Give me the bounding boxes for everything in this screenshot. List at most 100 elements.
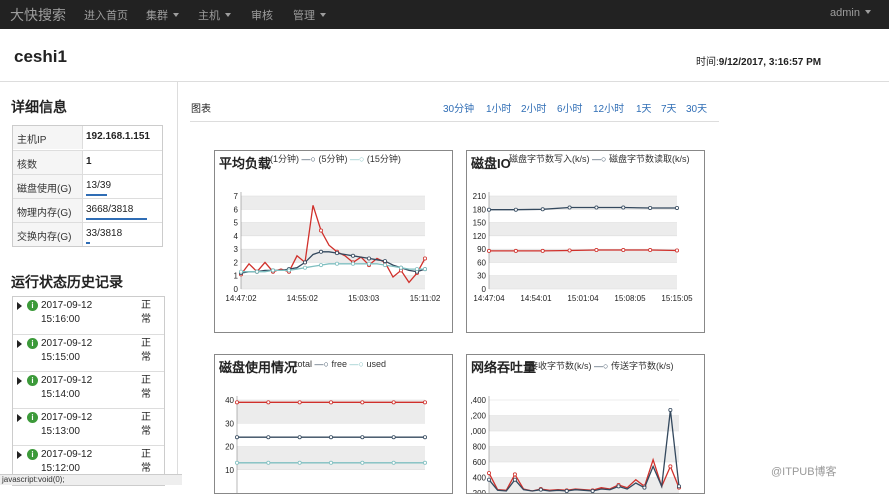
current-time: 时间:9/12/2017, 3:16:57 PM xyxy=(696,53,821,68)
diskio-chart-panel: 0 30 60 90 120 150 180 210 14:47:04 14:54:01 15:01… xyxy=(466,150,705,333)
nav-manage-label: 管理 xyxy=(293,10,315,22)
info-ok-icon: i xyxy=(27,449,38,460)
detail-value: 33/3818 xyxy=(86,228,123,239)
usage-bar xyxy=(86,194,107,196)
data-point xyxy=(329,460,334,465)
series-line xyxy=(241,263,425,273)
x-tick-label: 15:11:02 xyxy=(410,294,441,303)
caret-down-icon xyxy=(320,13,326,17)
history-item[interactable]: i 2017-09-12 15:15:00 正常 xyxy=(13,334,164,371)
charts-header-divider xyxy=(190,121,719,122)
legend-label: free xyxy=(331,359,347,369)
nav-manage[interactable]: 管理 xyxy=(293,7,326,23)
history-time: 2017-09-12 15:13:00 xyxy=(41,412,93,437)
data-point xyxy=(422,267,427,272)
y-tick-label: 10 xyxy=(225,466,234,475)
data-point xyxy=(360,460,365,465)
detail-row-memory: 物理内存(G) 3668/3818 xyxy=(13,198,162,222)
chart-legend: (1分钟) —○ (5分钟) —○ (15分钟) xyxy=(270,152,401,165)
range-2h[interactable]: 2小时 xyxy=(521,100,547,115)
data-point xyxy=(486,248,491,253)
expand-arrow-icon[interactable] xyxy=(17,302,22,310)
legend-label: 接收字节数(k/s) xyxy=(529,361,592,371)
x-tick-label: 15:01:04 xyxy=(567,294,599,303)
history-item[interactable]: i 2017-09-12 15:14:00 正常 xyxy=(13,371,164,408)
time-value: 9/12/2017, 3:16:57 PM xyxy=(718,57,822,68)
history-time: 2017-09-12 15:14:00 xyxy=(41,375,93,400)
expand-arrow-icon[interactable] xyxy=(17,377,22,385)
data-point xyxy=(319,263,324,268)
x-tick-label: 14:47:04 xyxy=(473,294,505,303)
expand-arrow-icon[interactable] xyxy=(17,451,22,459)
y-tick-label: 200 xyxy=(473,489,487,494)
range-6h[interactable]: 6小时 xyxy=(557,100,583,115)
data-point xyxy=(594,205,599,210)
y-tick-label: ,000 xyxy=(470,427,486,436)
data-point xyxy=(303,260,308,265)
detail-value: 13/39 xyxy=(86,180,112,191)
range-30min[interactable]: 30分钟 xyxy=(443,100,474,115)
nav-cluster[interactable]: 集群 xyxy=(146,7,179,23)
expand-arrow-icon[interactable] xyxy=(17,340,22,348)
data-point xyxy=(238,269,243,274)
data-point xyxy=(398,265,403,270)
data-point xyxy=(422,460,427,465)
detail-row-disk: 磁盘使用(G) 13/39 xyxy=(13,174,162,198)
grid-band xyxy=(241,196,425,210)
detail-value: 192.168.1.151 xyxy=(86,131,150,142)
detail-key: 磁盘使用(G) xyxy=(13,175,83,198)
legend-label: (5分钟) xyxy=(318,154,348,164)
data-point xyxy=(512,477,517,482)
user-menu[interactable]: admin xyxy=(830,7,871,19)
detail-value: 1 xyxy=(86,156,92,167)
data-point xyxy=(350,261,355,266)
caret-down-icon xyxy=(225,13,231,17)
brand-logo[interactable]: 大快搜索 xyxy=(10,5,66,25)
diskusage-chart-panel: 10 20 30 40 磁盘使用情况 total —○ free —○ used xyxy=(214,354,453,494)
top-navbar: 大快搜索 进入首页 集群 主机 审核 管理 admin xyxy=(0,0,889,29)
data-point xyxy=(540,207,545,212)
grid-band xyxy=(489,415,679,431)
watermark: @ITPUB博客 xyxy=(771,466,837,478)
y-tick-label: 180 xyxy=(473,205,487,214)
data-point xyxy=(414,267,419,272)
data-point xyxy=(668,407,673,412)
history-item[interactable]: i 2017-09-12 15:16:00 正常 xyxy=(13,297,164,334)
details-table: 主机IP 192.168.1.151 核数 1 磁盘使用(G) 13/39 物理… xyxy=(12,125,163,247)
data-point xyxy=(512,472,517,477)
grid-band xyxy=(241,222,425,236)
y-tick-label: 210 xyxy=(473,192,487,201)
nav-audit[interactable]: 审核 xyxy=(251,7,273,23)
y-tick-label: ,400 xyxy=(470,396,486,405)
range-30d[interactable]: 30天 xyxy=(686,100,707,115)
history-state: 正常 xyxy=(141,412,151,437)
data-point xyxy=(621,248,626,253)
y-tick-label: 3 xyxy=(234,245,239,254)
history-item[interactable]: i 2017-09-12 15:13:00 正常 xyxy=(13,408,164,445)
nav-cluster-label: 集群 xyxy=(146,10,168,22)
range-1h[interactable]: 1小时 xyxy=(486,100,512,115)
y-tick-label: 120 xyxy=(473,232,487,241)
chart-legend: 磁盘字节数写入(k/s) —○ 磁盘字节数读取(k/s) xyxy=(509,152,689,165)
info-ok-icon: i xyxy=(27,300,38,311)
data-point xyxy=(391,460,396,465)
time-label: 时间: xyxy=(696,57,719,68)
data-point xyxy=(674,205,679,210)
y-tick-label: 800 xyxy=(473,443,487,452)
history-state: 正常 xyxy=(141,300,151,325)
data-point xyxy=(329,435,334,440)
range-1d[interactable]: 1天 xyxy=(636,100,652,115)
range-7d[interactable]: 7天 xyxy=(661,100,677,115)
usage-bar xyxy=(86,242,90,244)
info-ok-icon: i xyxy=(27,412,38,423)
detail-key: 交换内存(G) xyxy=(13,223,83,246)
expand-arrow-icon[interactable] xyxy=(17,414,22,422)
info-ok-icon: i xyxy=(27,375,38,386)
nav-host[interactable]: 主机 xyxy=(198,7,231,23)
nav-home[interactable]: 进入首页 xyxy=(84,7,128,23)
y-tick-label: 20 xyxy=(225,443,234,452)
y-tick-label: 0 xyxy=(482,285,487,294)
data-point xyxy=(297,460,302,465)
range-12h[interactable]: 12小时 xyxy=(593,100,624,115)
history-time: 2017-09-12 15:12:00 xyxy=(41,449,93,474)
